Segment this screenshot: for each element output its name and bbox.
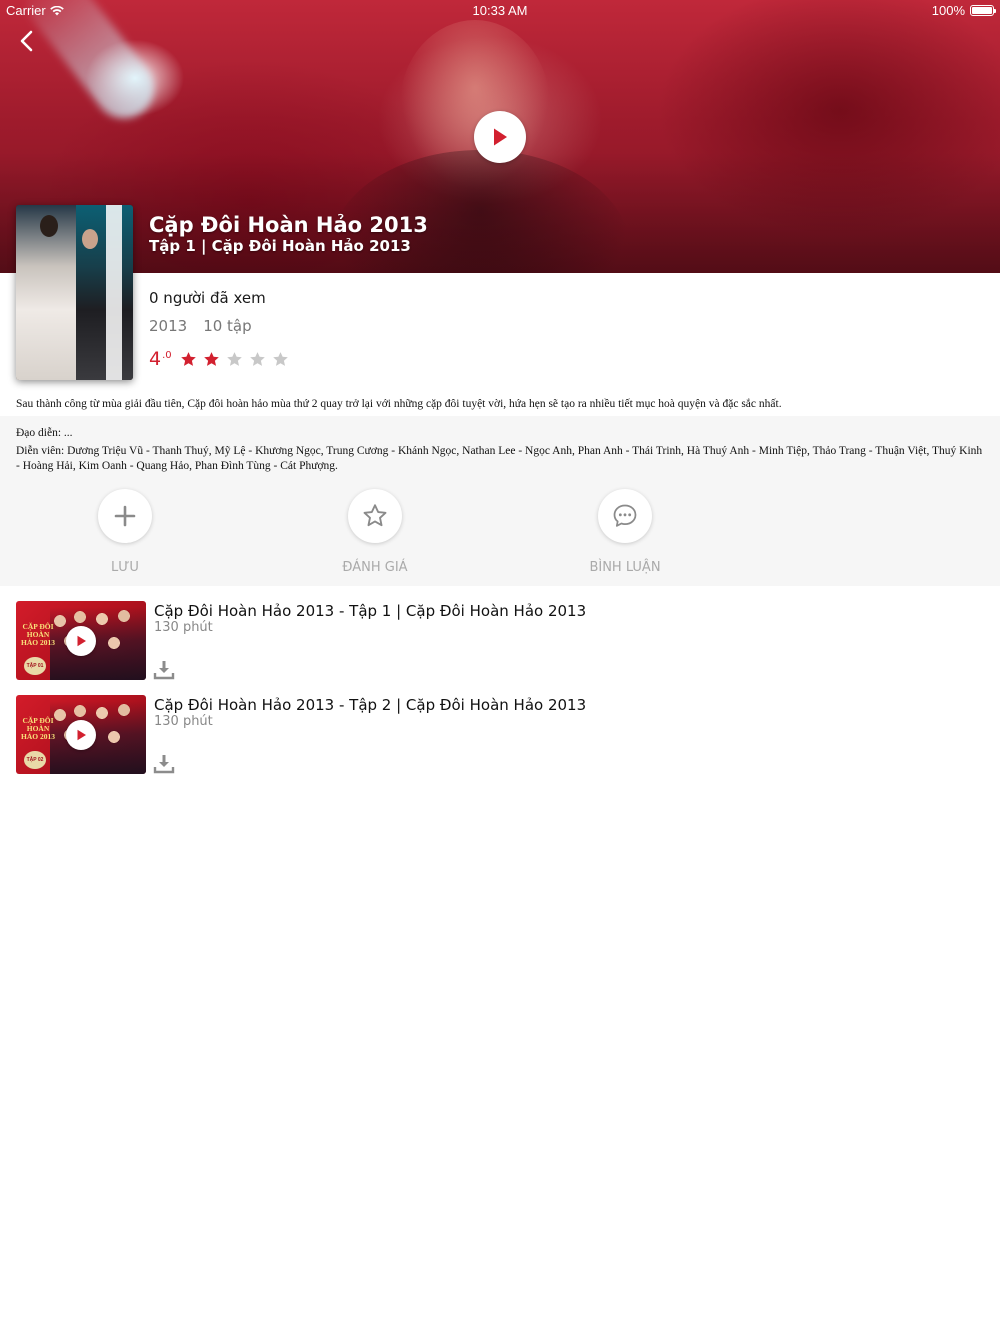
show-description: Sau thành công từ mùa giải đầu tiên, Cặp… [16,398,782,410]
thumbnail-cast-photo [50,607,146,680]
download-icon [153,661,175,680]
chat-bubble-icon [613,504,637,527]
rating-stars [180,351,289,368]
thumbnail-episode-badge: TẬP 02 [24,751,46,769]
star-empty-icon [272,352,288,366]
actors-text: Diễn viên: Dương Triệu Vũ - Thanh Thuý, … [16,445,983,472]
show-poster [16,205,133,380]
episode-title[interactable]: Cặp Đôi Hoàn Hảo 2013 - Tập 1 | Cặp Đôi … [154,602,586,620]
thumbnail-show-logo: CẶP ĐÔI HOÀN HẢO 2013 [21,622,55,647]
download-icon [153,755,175,774]
poster-singer-2 [82,229,98,249]
star-empty-icon [249,352,265,366]
star-filled-icon [180,352,196,366]
plus-icon [114,505,136,527]
comment-label: BÌNH LUẬN [589,560,661,575]
status-battery: 100% [931,3,996,18]
download-button[interactable] [153,753,175,775]
save-button[interactable]: LƯU [65,489,185,575]
play-icon [77,635,86,647]
save-button-circle[interactable] [98,489,152,543]
status-time: 10:33 AM [472,3,528,18]
episode-play-button[interactable] [66,626,96,656]
rating-score: 4 [149,348,162,370]
comment-button[interactable]: BÌNH LUẬN [565,489,685,575]
episode-item[interactable]: CẶP ĐÔI HOÀN HẢO 2013 TẬP 01 Cặp Đôi Hoà… [16,601,986,681]
play-video-button[interactable] [474,111,526,163]
poster-singer-1 [40,215,58,237]
episode-title[interactable]: Cặp Đôi Hoàn Hảo 2013 - Tập 2 | Cặp Đôi … [154,696,586,714]
rate-label: ĐÁNH GIÁ [342,560,408,575]
rating: 4 .0 [149,348,289,370]
play-icon [77,729,86,741]
chevron-left-icon [20,30,33,52]
back-button[interactable] [12,26,42,56]
rate-button[interactable]: ĐÁNH GIÁ [315,489,435,575]
episode-thumbnail[interactable]: CẶP ĐÔI HOÀN HẢO 2013 TẬP 02 [16,695,146,774]
episode-duration: 130 phút [154,714,213,729]
status-bar: Carrier 10:33 AM 100% [0,0,1000,20]
director-text: Đạo diễn: ... [16,427,73,439]
star-empty-icon [226,352,242,366]
show-title: Cặp Đôi Hoàn Hảo 2013 [149,213,428,237]
play-icon [494,128,507,146]
view-count: 0 người đã xem [149,289,266,307]
episode-count: 10 tập [203,317,252,335]
rating-decimal: .0 [162,350,172,361]
episode-duration: 130 phút [154,620,213,635]
download-button[interactable] [153,659,175,681]
save-label: LƯU [111,560,139,575]
poster-light-bar [106,205,122,380]
episode-subtitle: Tập 1 | Cặp Đôi Hoàn Hảo 2013 [149,237,411,255]
battery-icon [970,5,996,16]
release-year: 2013 [149,317,188,335]
battery-percent: 100% [931,3,965,18]
thumbnail-episode-badge: TẬP 01 [24,657,46,675]
star-outline-icon [363,504,387,527]
comment-button-circle[interactable] [598,489,652,543]
cast-panel: Đạo diễn: ... Diễn viên: Dương Triệu Vũ … [0,416,1000,586]
thumbnail-cast-photo [50,701,146,774]
thumbnail-show-logo: CẶP ĐÔI HOÀN HẢO 2013 [21,716,55,741]
episode-play-button[interactable] [66,720,96,750]
show-meta: 2013 10 tập [149,317,252,335]
episode-thumbnail[interactable]: CẶP ĐÔI HOÀN HẢO 2013 TẬP 01 [16,601,146,680]
rate-button-circle[interactable] [348,489,402,543]
star-filled-icon [203,352,219,366]
episode-item[interactable]: CẶP ĐÔI HOÀN HẢO 2013 TẬP 02 Cặp Đôi Hoà… [16,695,986,775]
